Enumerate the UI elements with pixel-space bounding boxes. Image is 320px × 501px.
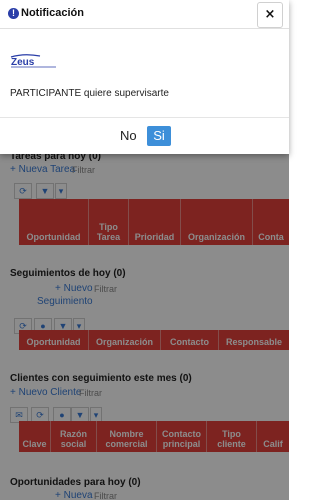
info-icon: !	[8, 8, 19, 19]
notification-modal: ! Notificación × Zeus PARTICIPANTE quier…	[0, 0, 289, 154]
svg-text:Zeus: Zeus	[11, 57, 35, 68]
modal-message: PARTICIPANTE quiere supervisarte	[10, 88, 169, 99]
close-button[interactable]: ×	[257, 2, 283, 28]
no-button[interactable]: No	[120, 128, 137, 143]
modal-footer: No Si	[0, 117, 289, 155]
modal-title: Notificación	[21, 7, 84, 19]
modal-header: ! Notificación ×	[0, 0, 289, 29]
si-button[interactable]: Si	[147, 126, 171, 146]
zeus-logo: Zeus	[10, 54, 56, 68]
